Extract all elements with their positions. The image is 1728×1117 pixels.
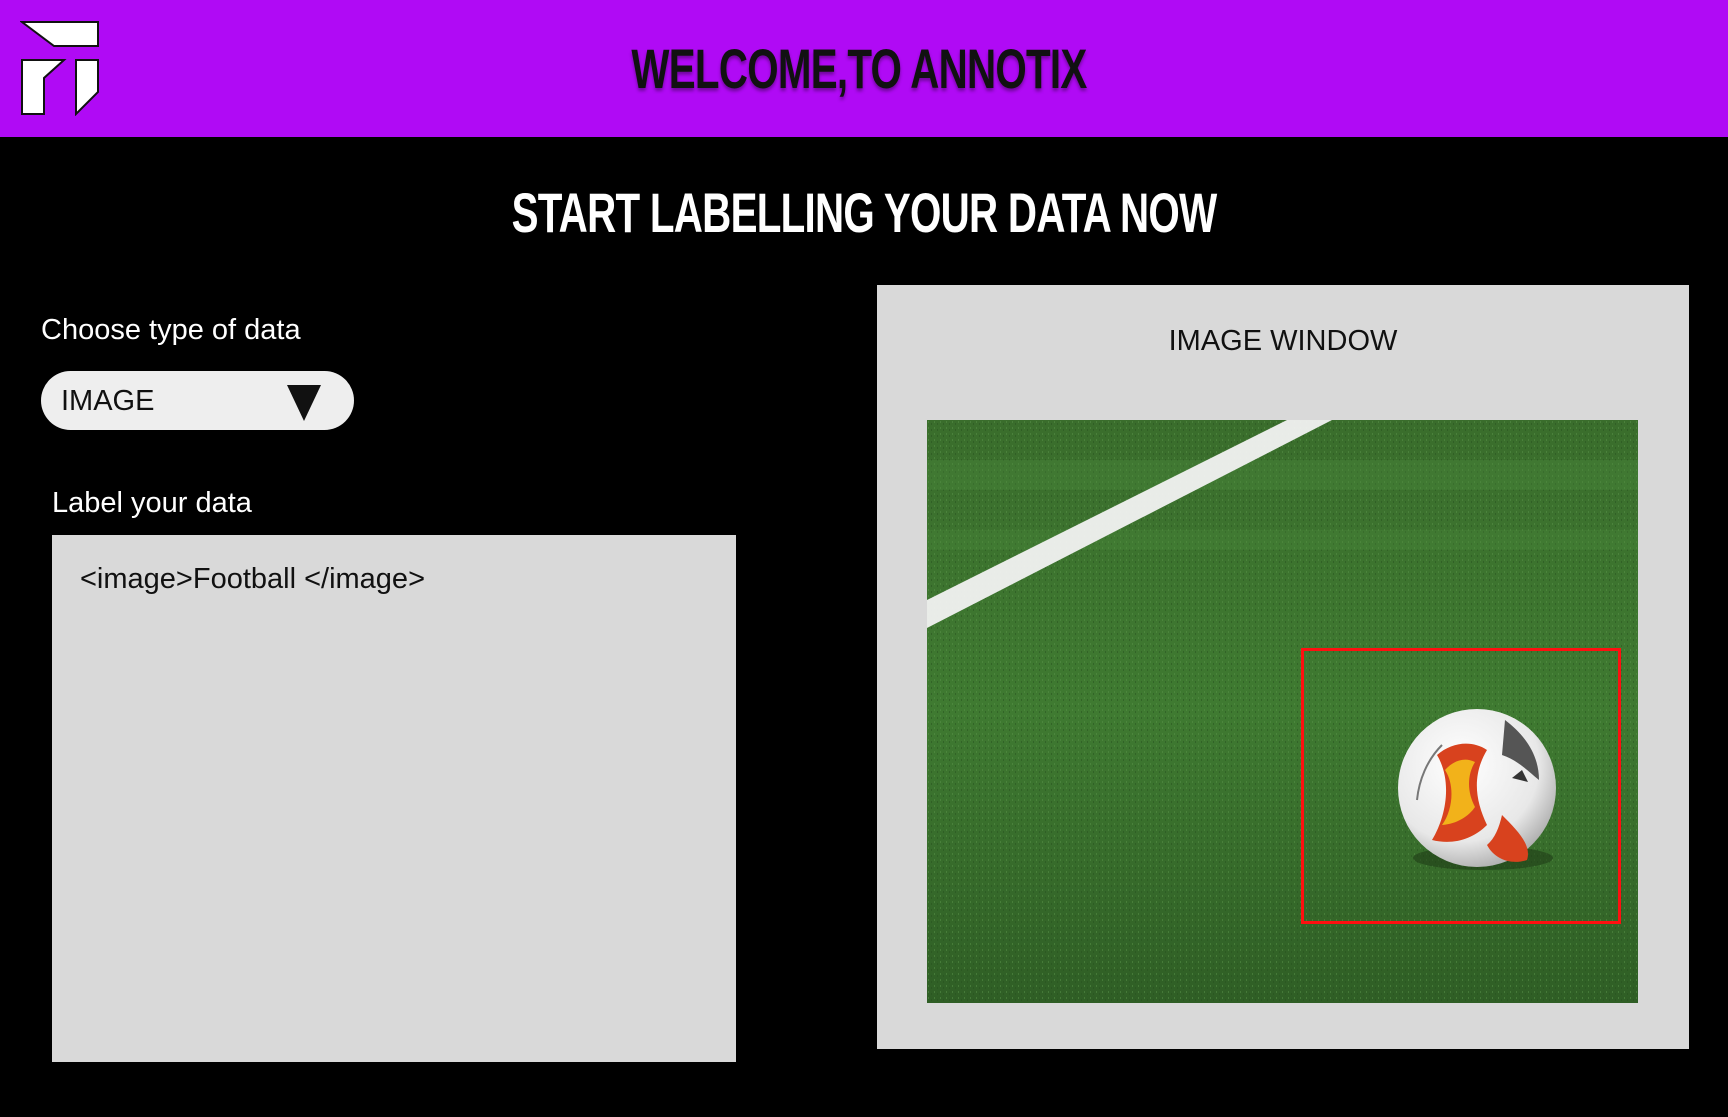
data-type-select[interactable]: IMAGE — [41, 371, 354, 430]
app-title: WELCOME,TO ANNOTIX — [631, 37, 1087, 100]
label-textarea[interactable]: <image>Football </image> — [52, 535, 736, 1062]
image-window: IMAGE WINDOW — [877, 285, 1689, 1049]
annotation-image[interactable] — [927, 420, 1638, 1003]
image-window-title: IMAGE WINDOW — [1168, 325, 1398, 357]
page-subtitle: START LABELLING YOUR DATA NOW — [511, 181, 1218, 244]
triangle-down-icon — [287, 385, 321, 421]
choose-type-label: Choose type of data — [41, 314, 301, 346]
annotix-logo-icon[interactable] — [19, 20, 102, 117]
app-header: WELCOME,TO ANNOTIX — [0, 0, 1728, 137]
data-type-select-value: IMAGE — [61, 385, 155, 417]
label-your-data-title: Label your data — [52, 487, 252, 519]
bounding-box[interactable] — [1301, 648, 1621, 924]
